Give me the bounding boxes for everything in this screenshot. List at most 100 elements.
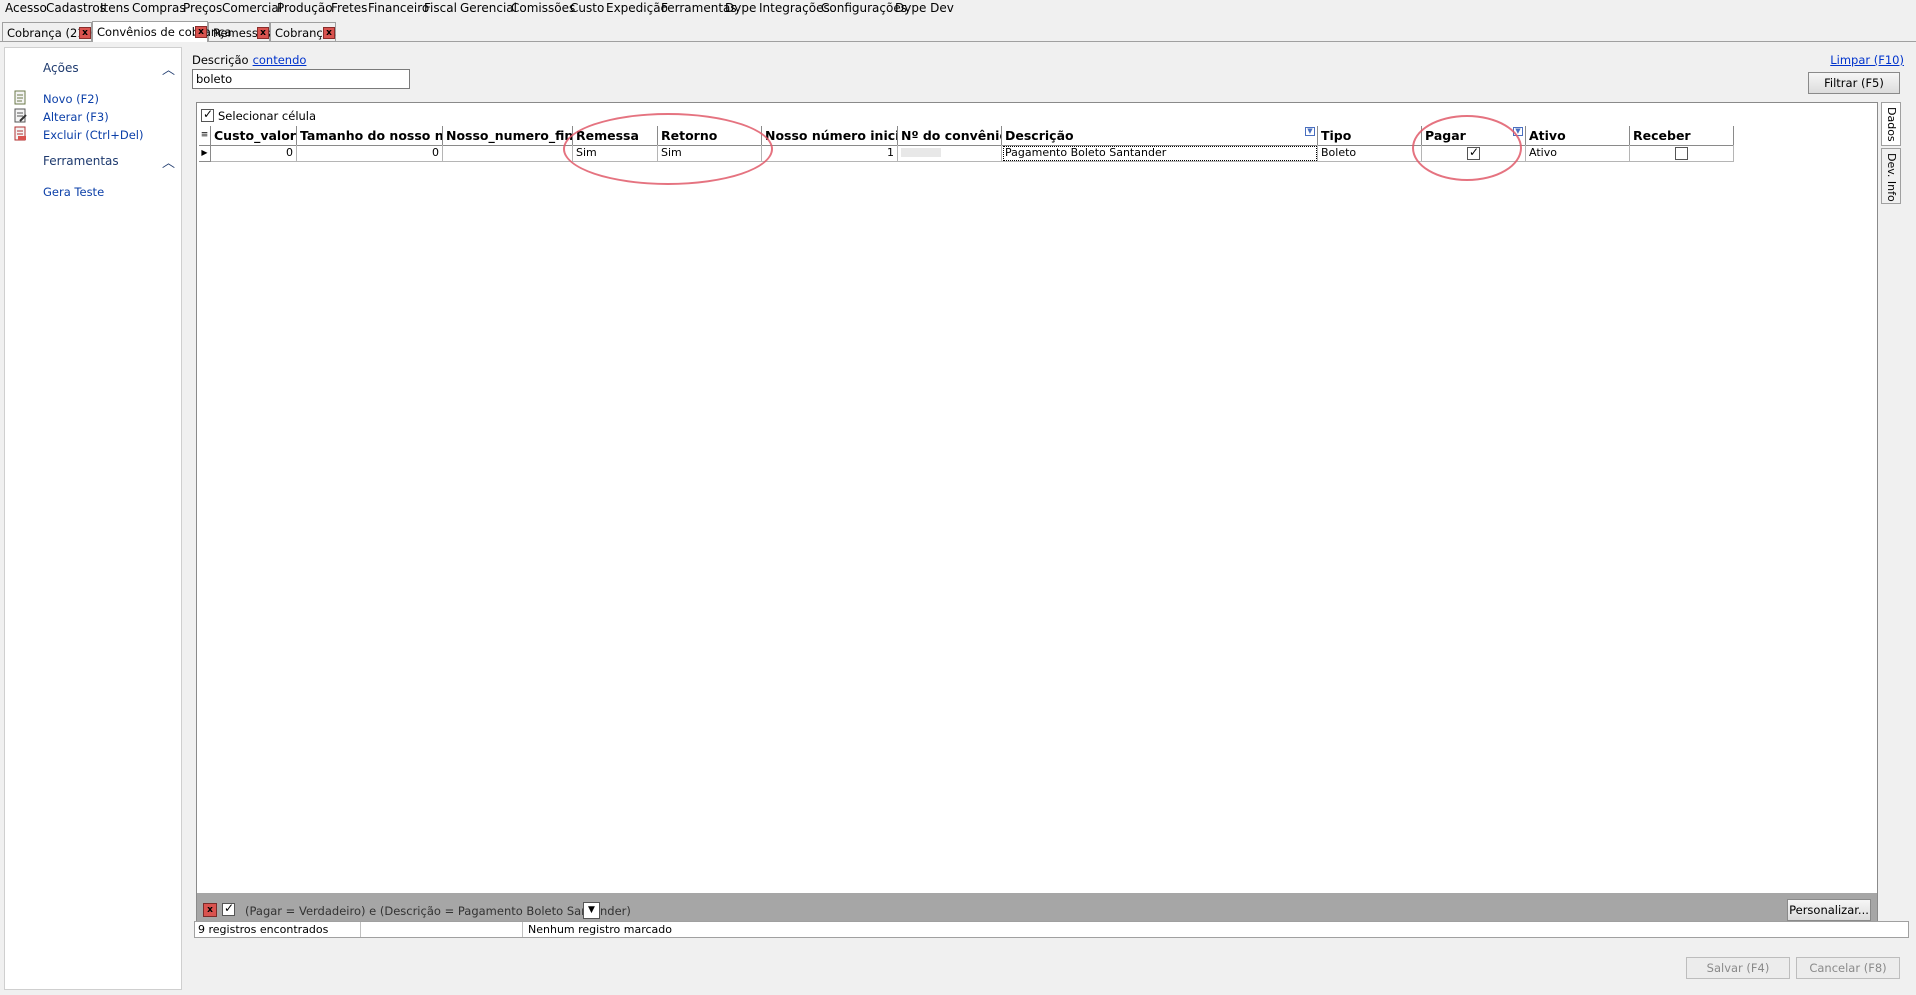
- cell-tipo[interactable]: Boleto: [1318, 145, 1422, 162]
- column-chooser-icon[interactable]: ≡: [199, 126, 211, 146]
- cell-num-convenio[interactable]: [898, 145, 1002, 162]
- chevron-up-icon[interactable]: ︿: [162, 59, 175, 78]
- filter-icon[interactable]: ▼: [1513, 127, 1523, 136]
- save-button[interactable]: Salvar (F4): [1686, 957, 1790, 979]
- tab-cobrancas[interactable]: Cobranças x: [270, 22, 336, 42]
- filter-icon[interactable]: ▼: [1305, 127, 1315, 136]
- cell-nosso-numero-inicial[interactable]: 1: [762, 145, 898, 162]
- select-cell-label: Selecionar célula: [218, 108, 317, 123]
- filter-history-dropdown-icon[interactable]: ▼: [583, 902, 600, 919]
- delete-document-icon: [14, 126, 26, 141]
- redacted-value: [901, 148, 941, 157]
- tab-convenios-de-cobranca[interactable]: Convênios de cobrança x: [92, 21, 232, 42]
- menu-precos[interactable]: Preços: [183, 1, 222, 15]
- side-tab-label: Dev. Info: [1885, 153, 1898, 202]
- col-tipo[interactable]: Tipo: [1318, 126, 1422, 146]
- close-icon[interactable]: x: [257, 27, 269, 39]
- menu-itens[interactable]: Itens: [100, 1, 129, 15]
- col-remessa[interactable]: Remessa: [573, 126, 658, 146]
- clear-filter-link[interactable]: Limpar (F10): [1830, 53, 1904, 67]
- cancel-button[interactable]: Cancelar (F8): [1796, 957, 1900, 979]
- close-icon[interactable]: x: [79, 27, 91, 39]
- cell-pagar[interactable]: [1422, 145, 1526, 162]
- select-cell-option[interactable]: Selecionar célula: [201, 107, 317, 123]
- clear-filter-icon[interactable]: x: [203, 903, 217, 917]
- col-descricao-label: Descrição: [1005, 128, 1074, 143]
- menu-compras[interactable]: Compras: [132, 1, 186, 15]
- col-pagar[interactable]: Pagar ▼: [1422, 126, 1526, 146]
- records-found-text: 9 registros encontrados: [198, 923, 329, 936]
- status-divider: [360, 922, 361, 937]
- menu-comercial[interactable]: Comercial: [222, 1, 282, 15]
- side-tab-label: Dados: [1885, 107, 1898, 142]
- close-icon[interactable]: x: [323, 27, 335, 39]
- sidebar-section-ferramentas[interactable]: Ferramentas ︿: [5, 151, 181, 171]
- menu-integracoes[interactable]: Integrações: [759, 1, 830, 15]
- filter-button[interactable]: Filtrar (F5): [1808, 72, 1900, 94]
- filter-value-input[interactable]: boleto: [192, 69, 410, 89]
- menu-gerencial[interactable]: Gerencial: [460, 1, 517, 15]
- menu-expedicao[interactable]: Expedição: [606, 1, 668, 15]
- cell-tamanho-nosso-numero[interactable]: 0: [297, 145, 443, 162]
- side-tabs: Dados Dev. Info: [1881, 102, 1901, 302]
- cell-ativo[interactable]: Ativo: [1526, 145, 1630, 162]
- pagar-checkbox[interactable]: [1467, 145, 1480, 160]
- col-nosso-numero-inicial[interactable]: Nosso número inicial: [762, 126, 898, 146]
- menu-financeiro[interactable]: Financeiro: [368, 1, 429, 15]
- menu-fiscal[interactable]: Fiscal: [424, 1, 457, 15]
- col-nosso-numero-final[interactable]: Nosso_numero_final: [443, 126, 573, 146]
- col-ativo[interactable]: Ativo: [1526, 126, 1630, 146]
- status-divider: [522, 922, 523, 937]
- close-icon[interactable]: x: [195, 26, 207, 38]
- col-tamanho-nosso-numero[interactable]: Tamanho do nosso número: [297, 126, 443, 146]
- document-tabs: Cobrança (2100) x Convênios de cobrança …: [0, 21, 1916, 42]
- status-bar: 9 registros encontrados Nenhum registro …: [194, 921, 1909, 938]
- cell-nosso-numero-final[interactable]: [443, 145, 573, 162]
- menu-bar: Acesso Cadastros Itens Compras Preços Co…: [0, 0, 1916, 18]
- filter-field-label: Descrição: [192, 53, 249, 67]
- sidebar-item-label: Alterar (F3): [43, 110, 109, 124]
- sidebar: Ações ︿ Novo (F2) Alterar (F3) Excluir (…: [4, 47, 182, 990]
- select-cell-checkbox[interactable]: [201, 107, 214, 122]
- tab-cobranca[interactable]: Cobrança (2100) x: [2, 22, 104, 42]
- customize-button[interactable]: Personalizar...: [1787, 899, 1871, 921]
- menu-producao[interactable]: Produção: [277, 1, 333, 15]
- new-document-icon: [14, 90, 26, 105]
- marked-records-text: Nenhum registro marcado: [528, 923, 672, 936]
- tab-label: Convênios de cobrança: [97, 25, 232, 39]
- filter-enabled-checkbox[interactable]: [222, 901, 235, 916]
- col-descricao[interactable]: Descrição ▼: [1002, 126, 1318, 146]
- col-custo-valor[interactable]: Custo_valor: [211, 126, 297, 146]
- sidebar-item-label: Novo (F2): [43, 92, 100, 106]
- cell-retorno[interactable]: Sim: [658, 145, 762, 162]
- menu-custo[interactable]: Custo: [570, 1, 604, 15]
- col-num-convenio[interactable]: Nº do convênio: [898, 126, 1002, 146]
- side-tab-dev-info[interactable]: Dev. Info: [1881, 148, 1901, 204]
- col-retorno[interactable]: Retorno: [658, 126, 762, 146]
- menu-comissoes[interactable]: Comissões: [511, 1, 575, 15]
- sidebar-section-acoes[interactable]: Ações ︿: [5, 58, 181, 78]
- edit-document-icon: [14, 108, 27, 123]
- cell-receber[interactable]: [1630, 145, 1734, 162]
- grid-panel: Selecionar célula ≡ Custo_valor Tamanho …: [196, 102, 1878, 930]
- cell-remessa[interactable]: Sim: [573, 145, 658, 162]
- main-content: Descrição contendo boleto Limpar (F10) Fi…: [188, 47, 1916, 995]
- menu-dype-dev[interactable]: Dype Dev: [895, 1, 954, 15]
- receber-checkbox[interactable]: [1675, 146, 1688, 160]
- menu-dype[interactable]: Dype: [725, 1, 756, 15]
- cell-descricao[interactable]: Pagamento Boleto Santander: [1002, 145, 1318, 162]
- sidebar-item-label: Gera Teste: [43, 185, 105, 199]
- sidebar-item-label: Excluir (Ctrl+Del): [43, 128, 144, 142]
- tab-divider: [0, 41, 1916, 42]
- menu-acesso[interactable]: Acesso: [5, 1, 47, 15]
- col-receber[interactable]: Receber: [1630, 126, 1734, 146]
- menu-fretes[interactable]: Fretes: [331, 1, 367, 15]
- menu-cadastros[interactable]: Cadastros: [46, 1, 106, 15]
- section-title: Ações: [43, 61, 79, 75]
- filter-operator-link[interactable]: contendo: [253, 53, 307, 67]
- side-tab-dados[interactable]: Dados: [1881, 102, 1901, 146]
- filter-label: Descrição contendo: [192, 53, 306, 67]
- chevron-up-icon[interactable]: ︿: [162, 152, 175, 171]
- active-filter-text[interactable]: (Pagar = Verdadeiro) e (Descrição = Paga…: [245, 904, 631, 918]
- cell-custo-valor[interactable]: 0: [211, 145, 297, 162]
